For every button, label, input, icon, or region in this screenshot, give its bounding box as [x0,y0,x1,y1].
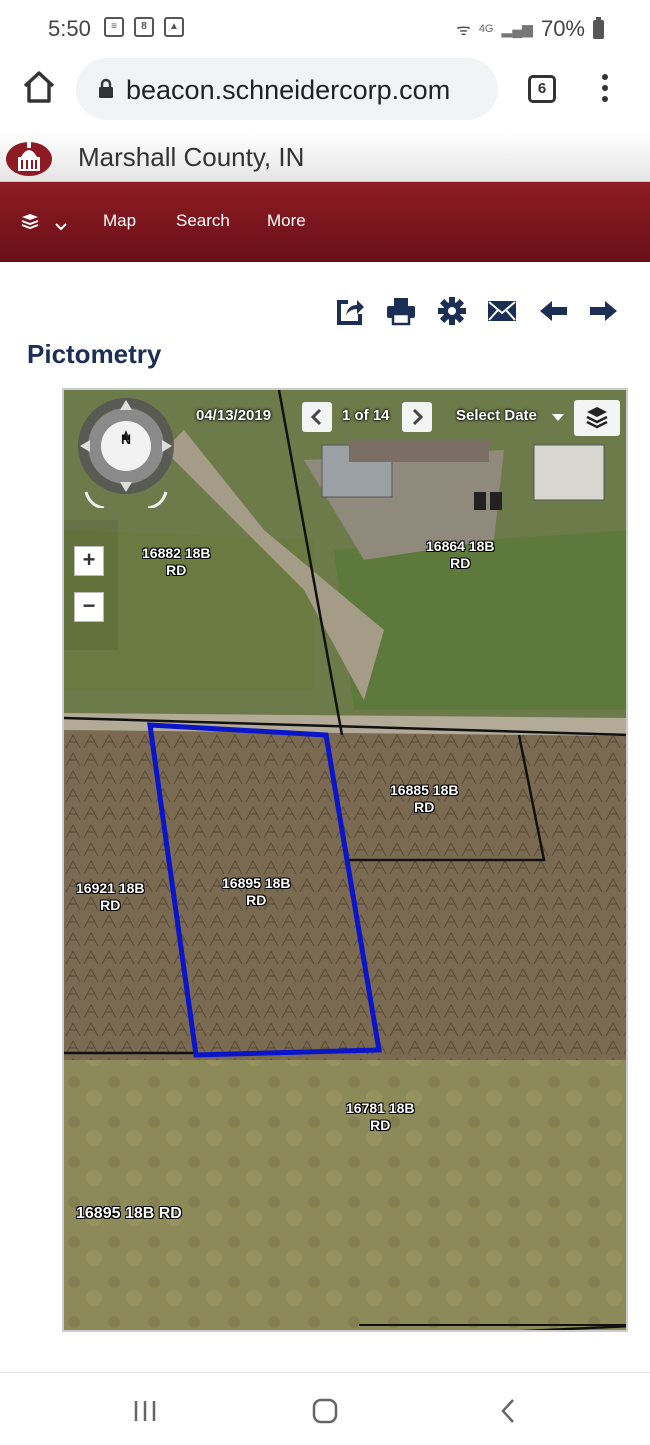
settings-icon[interactable] [437,296,467,326]
print-icon[interactable] [386,296,416,326]
image-date: 04/13/2019 [196,407,272,424]
forward-arrow-icon[interactable] [589,296,619,326]
signal-icon: ▂▄▆ [501,20,533,37]
select-date-dropdown[interactable]: Select Date [456,407,537,424]
parcel-label: 16864 18B RD [426,538,495,571]
viewer-date-bar: 04/13/2019 1 of 14 Select Date [184,400,622,436]
compass-control[interactable]: N [70,396,182,510]
nav-item-search[interactable]: Search [176,211,230,231]
message-icon: ≡ [104,17,124,37]
network-label: 4G [478,23,494,35]
back-arrow-icon[interactable] [538,296,568,326]
battery-icon [593,16,604,39]
page-toolbar [0,296,650,330]
back-button-icon[interactable] [494,1397,524,1425]
parcel-label: 16882 18B RD [142,545,211,578]
next-image-button[interactable] [402,402,432,432]
main-nav: Map Search More [0,182,650,262]
system-nav-bar [0,1372,650,1445]
prev-image-button[interactable] [302,402,332,432]
home-icon[interactable] [22,70,56,104]
image-count: 1 of 14 [342,407,390,424]
calendar-icon: 8 [134,17,154,37]
status-right: ᯤ 4G ▂▄▆ 70% [456,16,604,42]
site-header: Marshall County, IN [0,132,650,182]
recent-apps-icon[interactable] [130,1397,160,1425]
zoom-out-button[interactable]: − [74,592,104,622]
browser-toolbar: beacon.schneidercorp.com 6 [0,56,650,124]
chevron-right-icon [412,408,424,426]
layers-icon [586,407,608,429]
nav-item-map[interactable]: Map [103,211,136,231]
nav-item-more[interactable]: More [267,211,306,231]
parcel-label: 16781 18B RD [346,1100,415,1133]
battery-percent: 70% [540,16,585,41]
parcel-label: 16921 18B RD [76,880,145,913]
wifi-icon: ᯤ [456,22,471,39]
notification-icons: ≡ 8 ▲ [104,17,184,37]
selected-parcel-label: 16895 18B RD [222,875,291,908]
image-icon: ▲ [164,17,184,37]
county-logo[interactable] [4,137,54,177]
page-title: Pictometry [27,339,162,369]
chevron-down-icon [552,414,564,421]
layers-button[interactable] [574,400,620,436]
share-icon[interactable] [335,296,365,326]
zoom-controls: + − [64,520,118,650]
layers-menu-icon[interactable] [20,212,70,234]
chevron-left-icon [310,408,322,426]
pictometry-viewer[interactable]: N + − 04/13/2019 1 of 14 Select Date 168… [62,388,628,1332]
url-text: beacon.schneidercorp.com [126,75,451,105]
status-bar: 5:50 ≡ 8 ▲ ᯤ 4G ▂▄▆ 70% [0,0,650,56]
site-title: Marshall County, IN [78,142,305,172]
home-button-icon[interactable] [310,1397,340,1425]
browser-menu-icon[interactable] [600,74,610,104]
selected-address: 16895 18B RD [76,1205,182,1222]
status-time: 5:50 [48,16,91,41]
tab-switcher-button[interactable]: 6 [528,75,556,103]
email-icon[interactable] [487,296,517,326]
aerial-image[interactable] [64,390,628,1332]
compass-north-label: N [121,431,132,447]
zoom-in-button[interactable]: + [74,546,104,576]
lock-icon [99,78,113,98]
url-bar[interactable]: beacon.schneidercorp.com [76,58,498,120]
parcel-label: 16885 18B RD [390,782,459,815]
